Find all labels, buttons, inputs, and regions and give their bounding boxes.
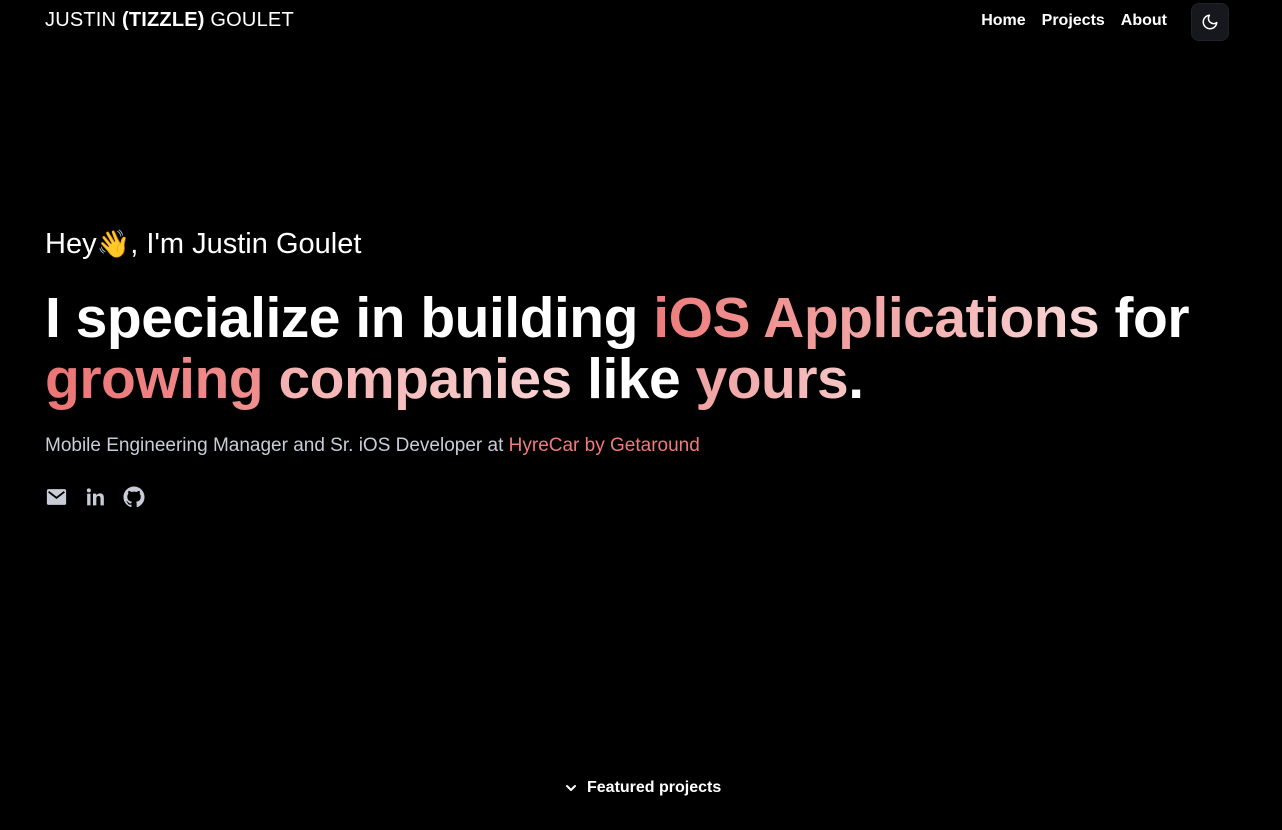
mail-icon — [46, 489, 66, 505]
moon-icon — [1202, 14, 1218, 30]
hero-headline: I specialize in building iOS Application… — [45, 288, 1245, 410]
headline-text-3 — [263, 347, 278, 411]
email-link[interactable] — [45, 486, 67, 508]
main-nav: Home Projects About — [981, 12, 1167, 30]
github-link[interactable] — [123, 486, 145, 508]
social-links — [45, 486, 145, 508]
waving-hand-emoji: 👋 — [96, 229, 131, 259]
headline-text-4: like — [571, 347, 696, 411]
headline-highlight-ios: iOS Applications — [653, 286, 1100, 350]
hero-greeting: Hey👋, I'm Justin Goulet — [45, 228, 361, 261]
featured-projects-link[interactable]: Featured projects — [563, 779, 721, 797]
theme-toggle-button[interactable] — [1191, 3, 1229, 41]
company-link[interactable]: HyreCar by Getaround — [509, 435, 700, 456]
headline-period: . — [848, 347, 864, 411]
site-header: JUSTIN (TIZZLE) GOULET Home Projects Abo… — [0, 0, 1282, 44]
page: JUSTIN (TIZZLE) GOULET Home Projects Abo… — [0, 0, 1282, 830]
headline-highlight-yours: yours — [695, 347, 849, 411]
brand-last-name: GOULET — [210, 9, 294, 31]
github-icon — [123, 486, 145, 508]
subtitle-role: Mobile Engineering Manager and Sr. iOS D… — [45, 435, 509, 456]
hero-subtitle: Mobile Engineering Manager and Sr. iOS D… — [45, 435, 700, 457]
linkedin-icon — [86, 488, 104, 506]
greeting-name: , I'm Justin Goulet — [130, 228, 362, 260]
nav-about-link[interactable]: About — [1121, 12, 1167, 30]
brand-nickname: (TIZZLE) — [121, 9, 205, 31]
greeting-hey: Hey — [45, 228, 97, 260]
linkedin-link[interactable] — [84, 486, 106, 508]
headline-text-2: for — [1099, 286, 1190, 350]
brand-first-name: JUSTIN — [45, 9, 117, 31]
featured-projects-label: Featured projects — [587, 779, 722, 796]
headline-text-1: I specialize in building — [45, 286, 654, 350]
nav-projects-link[interactable]: Projects — [1042, 12, 1105, 30]
headline-highlight-growing: growing — [45, 347, 264, 411]
chevron-down-icon — [566, 785, 576, 791]
site-brand[interactable]: JUSTIN (TIZZLE) GOULET — [45, 9, 294, 32]
nav-home-link[interactable]: Home — [981, 12, 1025, 30]
headline-highlight-companies: companies — [278, 347, 572, 411]
